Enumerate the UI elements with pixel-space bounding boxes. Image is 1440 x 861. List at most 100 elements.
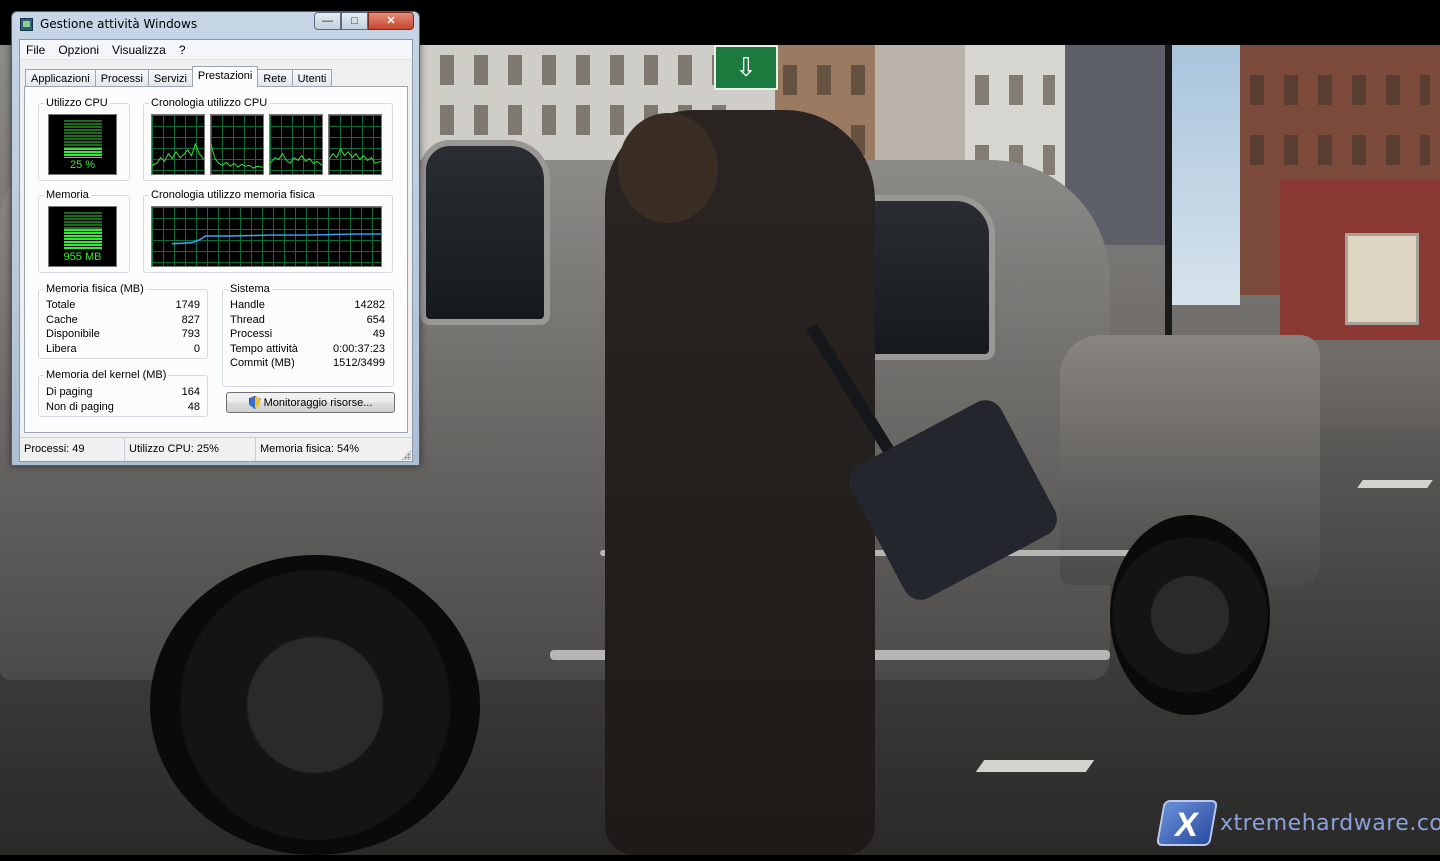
kernel-memory-label: Memoria del kernel (MB) (44, 369, 169, 381)
system-row: Thread 654 (230, 313, 385, 328)
system-table: Handle 14282 Thread 654 Processi 49 Tempo a… (230, 298, 385, 371)
row-value: 827 (181, 313, 200, 326)
street-sign: ⇩ (714, 45, 778, 90)
cpu-meter: 25 % (48, 114, 117, 175)
watermark-x-icon: X (1155, 800, 1219, 846)
menu-file[interactable]: File (20, 40, 52, 59)
suv-wheel (1110, 515, 1270, 715)
row-value: 0 (193, 342, 200, 355)
memory-meter: 955 MB (48, 206, 117, 267)
row-label: Handle (230, 299, 265, 311)
status-processes: Processi: 49 (20, 438, 125, 461)
row-label: Processi (230, 328, 273, 340)
row-value: 49 (372, 328, 385, 340)
person-head (618, 113, 718, 223)
tab-processes[interactable]: Processi (94, 69, 149, 87)
window-title: Gestione attività Windows (40, 17, 198, 31)
uac-shield-icon (248, 396, 261, 409)
cpu-history-group: Cronologia utilizzo CPU (143, 97, 393, 181)
memory-history-label: Cronologia utilizzo memoria fisica (149, 189, 317, 201)
cpu-usage-value: 25 % (69, 159, 96, 171)
row-label: Tempo attività (230, 342, 298, 355)
system-row: Handle 14282 (230, 298, 385, 313)
row-label: Commit (MB) (230, 357, 295, 369)
row-label: Di paging (46, 386, 93, 398)
cpu-usage-label: Utilizzo CPU (44, 97, 110, 109)
cpu-usage-group: Utilizzo CPU 25 % (38, 97, 130, 181)
memory-value: 955 MB (63, 251, 102, 263)
tab-applications[interactable]: Applicazioni (25, 69, 96, 87)
kernel-memory-table: Di paging 164 Non di paging 48 (46, 385, 200, 414)
window-client: File Opzioni Visualizza ? Applicazioni P… (19, 39, 413, 462)
system-row: Tempo attività 0:00:37:23 (230, 342, 385, 357)
system-label: Sistema (228, 283, 272, 295)
row-value: 14282 (354, 299, 385, 311)
physical-memory-row: Libera 0 (46, 342, 200, 357)
system-row: Commit (MB) 1512/3499 (230, 356, 385, 371)
physical-memory-table: Totale 1749 Cache 827 Disponibile 793 Liber… (46, 298, 200, 356)
cpu-core-graph (269, 114, 323, 175)
physical-memory-row: Totale 1749 (46, 298, 200, 313)
tab-strip: Applicazioni Processi Servizi Prestazion… (25, 66, 333, 87)
watermark-text: xtremehardware.com (1220, 810, 1440, 836)
physical-memory-label: Memoria fisica (MB) (44, 283, 146, 295)
resize-grip[interactable] (401, 450, 411, 460)
menu-view[interactable]: Visualizza (106, 40, 173, 59)
tab-services[interactable]: Servizi (147, 69, 193, 87)
row-label: Non di paging (46, 400, 114, 413)
suv-window (420, 140, 550, 325)
resource-monitor-label: Monitoraggio risorse... (263, 396, 373, 409)
kernel-memory-group: Memoria del kernel (MB) Di paging 164 Non… (38, 369, 208, 417)
kernel-memory-row: Non di paging 48 (46, 400, 200, 415)
row-label: Totale (46, 299, 76, 311)
memory-label: Memoria (44, 189, 91, 201)
desktop: ⇩ X xtremehardware.com Gestione attività… (0, 0, 1440, 861)
cpu-core-graph (151, 114, 205, 175)
title-bar[interactable]: Gestione attività Windows — □ ✕ (12, 12, 419, 38)
cpu-core-graph (328, 114, 382, 175)
system-row: Processi 49 (230, 327, 385, 342)
person (605, 110, 875, 855)
system-group: Sistema Handle 14282 Thread 654 Processi 49… (222, 283, 394, 387)
row-value: 654 (366, 313, 385, 326)
menu-bar: File Opzioni Visualizza ? (20, 40, 412, 60)
minimize-button[interactable]: — (314, 12, 341, 30)
menu-options[interactable]: Opzioni (52, 40, 106, 59)
performance-panel: Utilizzo CPU 25 % Cronologia utilizzo CP… (24, 86, 408, 433)
memory-group: Memoria 955 MB (38, 189, 130, 273)
row-label: Cache (46, 313, 78, 326)
billboard (1345, 233, 1419, 325)
memory-history-graph (151, 206, 382, 267)
cpu-core-graph (210, 114, 264, 175)
task-manager-window[interactable]: Gestione attività Windows — □ ✕ File Opz… (11, 11, 420, 466)
cpu-history-label: Cronologia utilizzo CPU (149, 97, 270, 109)
tab-users[interactable]: Utenti (291, 69, 333, 87)
menu-help[interactable]: ? (173, 40, 193, 59)
caption-buttons: — □ ✕ (314, 12, 414, 30)
memory-history-group: Cronologia utilizzo memoria fisica (143, 189, 393, 273)
memory-meter-fill (64, 229, 102, 250)
status-memory: Memoria fisica: 54% (260, 443, 360, 455)
physical-memory-row: Disponibile 793 (46, 327, 200, 342)
status-cpu: Utilizzo CPU: 25% (125, 438, 256, 461)
status-bar: Processi: 49 Utilizzo CPU: 25% Memoria f… (20, 437, 412, 461)
tab-network[interactable]: Rete (257, 69, 293, 87)
cpu-meter-fill (64, 148, 102, 158)
resource-monitor-button[interactable]: Monitoraggio risorse... (226, 392, 395, 413)
row-value: 1749 (175, 299, 200, 311)
row-value: 164 (181, 386, 200, 398)
row-value: 793 (181, 328, 200, 340)
row-label: Libera (46, 342, 77, 355)
row-value: 0:00:37:23 (333, 342, 385, 355)
physical-memory-group: Memoria fisica (MB) Totale 1749 Cache 827 … (38, 283, 208, 359)
kernel-memory-row: Di paging 164 (46, 385, 200, 400)
row-value: 1512/3499 (333, 357, 385, 369)
physical-memory-row: Cache 827 (46, 313, 200, 328)
tab-performance[interactable]: Prestazioni (191, 66, 259, 87)
row-label: Thread (230, 313, 265, 326)
row-value: 48 (187, 400, 200, 413)
maximize-button[interactable]: □ (341, 12, 368, 30)
close-button[interactable]: ✕ (368, 12, 414, 30)
sky (1170, 45, 1240, 305)
watermark: X xtremehardware.com (1155, 800, 1440, 846)
